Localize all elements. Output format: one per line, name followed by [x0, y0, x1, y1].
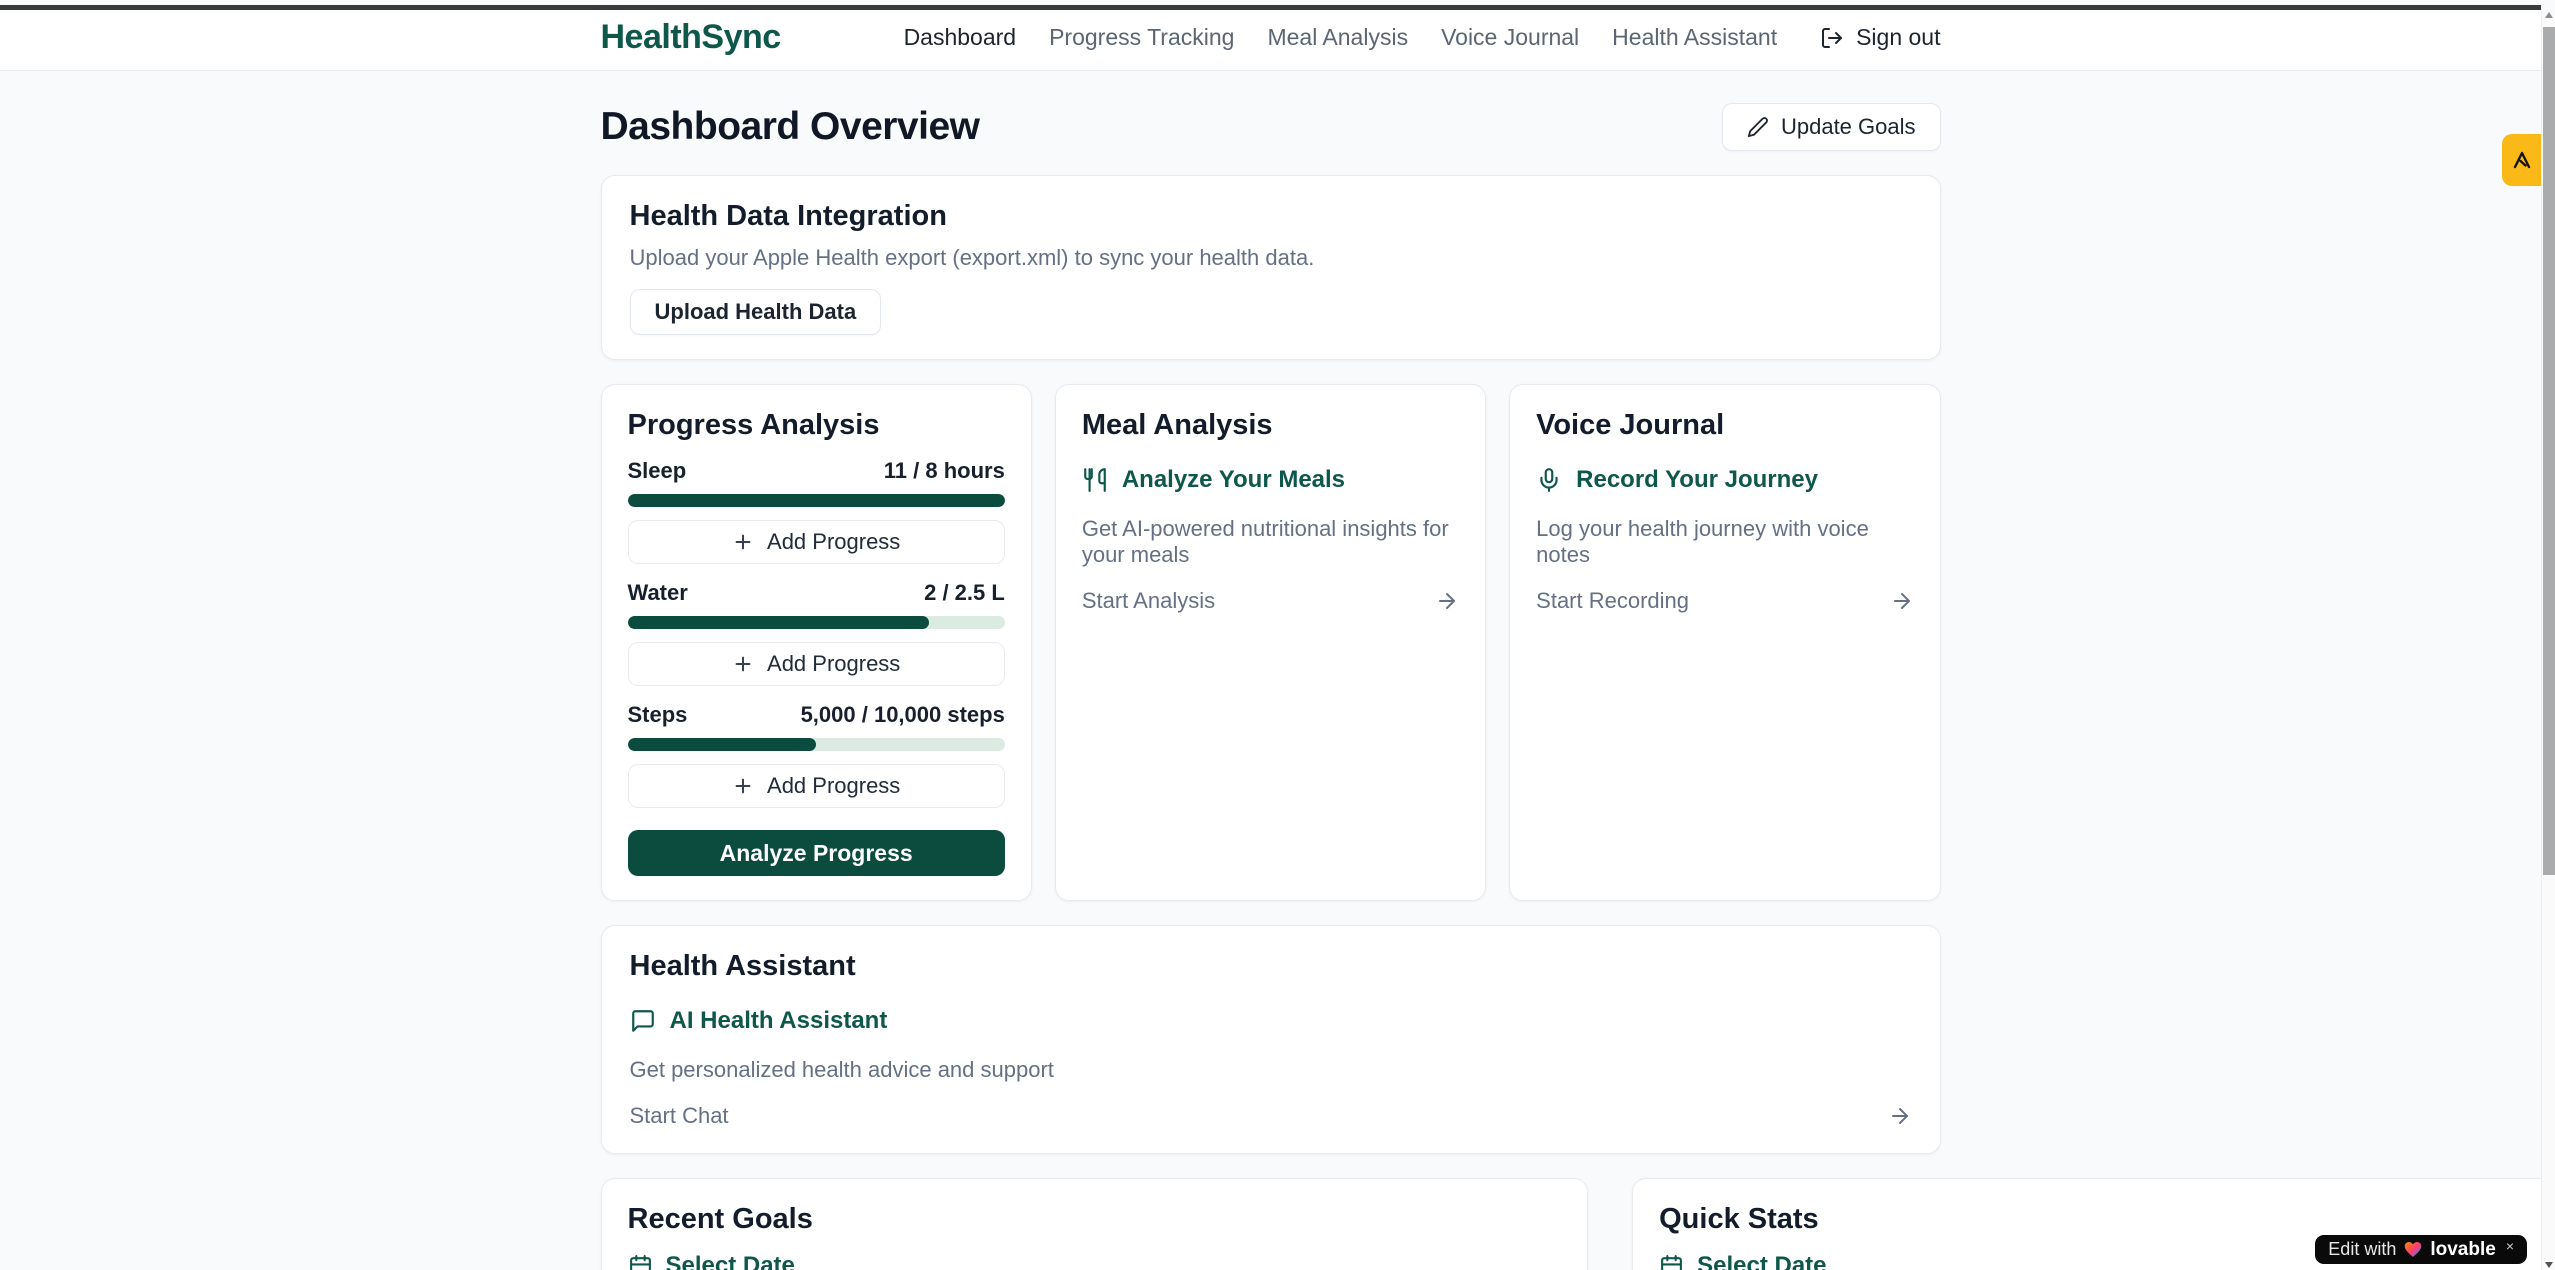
- chat-bubble-icon: [630, 1008, 656, 1034]
- health-data-description: Upload your Apple Health export (export.…: [630, 245, 1912, 271]
- nav-item-progress-tracking[interactable]: Progress Tracking: [1049, 24, 1234, 51]
- scroll-down-arrow[interactable]: [2545, 1262, 2553, 1268]
- voice-journal-description: Log your health journey with voice notes: [1536, 516, 1913, 568]
- meal-analysis-title: Meal Analysis: [1082, 409, 1459, 442]
- sign-out-button[interactable]: Sign out: [1820, 24, 1940, 51]
- voice-journal-title: Voice Journal: [1536, 409, 1913, 442]
- steps-metric: Steps 5,000 / 10,000 steps Add Progress: [628, 702, 1005, 808]
- start-chat-action[interactable]: Start Chat: [630, 1103, 1912, 1129]
- analyze-progress-button[interactable]: Analyze Progress: [628, 830, 1005, 876]
- page-title: Dashboard Overview: [601, 105, 980, 149]
- utensils-icon: [1082, 467, 1108, 493]
- calendar-icon: [1659, 1254, 1684, 1270]
- nav-item-meal-analysis[interactable]: Meal Analysis: [1267, 24, 1408, 51]
- sleep-add-progress-button[interactable]: Add Progress: [628, 520, 1005, 564]
- progress-analysis-title: Progress Analysis: [628, 409, 1005, 442]
- health-assistant-card: Health Assistant AI Health Assistant Get…: [601, 925, 1941, 1154]
- nav-item-dashboard[interactable]: Dashboard: [904, 24, 1017, 51]
- upload-health-data-button[interactable]: Upload Health Data: [630, 289, 882, 335]
- main-content: Dashboard Overview Update Goals Health D…: [601, 71, 1941, 1270]
- edit-with-label: Edit with: [2328, 1239, 2396, 1260]
- lovable-heart-icon: [2404, 1241, 2422, 1258]
- health-data-title: Health Data Integration: [630, 200, 1912, 233]
- log-out-icon: [1820, 26, 1844, 50]
- arrow-right-icon: [1435, 589, 1459, 613]
- start-recording-action[interactable]: Start Recording: [1536, 588, 1913, 614]
- recent-goals-card: Recent Goals Select Date Today Yesterday…: [601, 1178, 1589, 1270]
- progress-analysis-card: Progress Analysis Sleep 11 / 8 hours Add…: [601, 384, 1032, 901]
- sleep-metric: Sleep 11 / 8 hours Add Progress: [628, 458, 1005, 564]
- scrollbar-thumb[interactable]: [2543, 27, 2555, 875]
- arrow-right-icon: [1890, 589, 1914, 613]
- steps-progress-bar: [628, 738, 1005, 751]
- meal-analysis-card: Meal Analysis Analyze Your Meals Get AI-…: [1055, 384, 1486, 901]
- plus-icon: [732, 653, 754, 675]
- start-analysis-action[interactable]: Start Analysis: [1082, 588, 1459, 614]
- top-navbar: HealthSync Dashboard Progress Tracking M…: [0, 5, 2541, 71]
- app-logo[interactable]: HealthSync: [601, 18, 781, 57]
- voice-journal-card: Voice Journal Record Your Journey Log yo…: [1509, 384, 1940, 901]
- health-assistant-description: Get personalized health advice and suppo…: [630, 1057, 1912, 1083]
- window-top-strip: [0, 5, 2541, 10]
- recent-goals-select-date[interactable]: Select Date: [628, 1252, 1562, 1270]
- sleep-progress-bar: [628, 494, 1005, 507]
- update-goals-label: Update Goals: [1781, 114, 1916, 140]
- water-metric: Water 2 / 2.5 L Add Progress: [628, 580, 1005, 686]
- water-progress-bar: [628, 616, 1005, 629]
- recent-goals-title: Recent Goals: [628, 1203, 1562, 1236]
- health-assistant-title: Health Assistant: [630, 950, 1912, 983]
- sign-out-label: Sign out: [1856, 24, 1940, 51]
- meal-analysis-description: Get AI-powered nutritional insights for …: [1082, 516, 1459, 568]
- main-nav: Dashboard Progress Tracking Meal Analysi…: [904, 24, 1941, 51]
- lovable-side-badge[interactable]: [2502, 134, 2541, 186]
- water-add-progress-button[interactable]: Add Progress: [628, 642, 1005, 686]
- calendar-icon: [628, 1254, 653, 1270]
- scroll-up-arrow[interactable]: [2545, 12, 2553, 18]
- update-goals-button[interactable]: Update Goals: [1722, 103, 1941, 151]
- lovable-brand-label: lovable: [2430, 1239, 2495, 1261]
- record-your-journey-link[interactable]: Record Your Journey: [1536, 466, 1913, 494]
- lovable-badge-icon: [2510, 148, 2534, 172]
- steps-add-progress-button[interactable]: Add Progress: [628, 764, 1005, 808]
- nav-item-health-assistant[interactable]: Health Assistant: [1612, 24, 1777, 51]
- edit-with-lovable-badge[interactable]: Edit with lovable ×: [2315, 1235, 2527, 1264]
- quick-stats-title: Quick Stats: [1659, 1203, 2555, 1236]
- plus-icon: [732, 531, 754, 553]
- ai-health-assistant-link[interactable]: AI Health Assistant: [630, 1007, 1912, 1035]
- close-icon[interactable]: ×: [2506, 1238, 2514, 1254]
- water-value: 2 / 2.5 L: [924, 580, 1005, 606]
- water-label: Water: [628, 580, 688, 606]
- nav-item-voice-journal[interactable]: Voice Journal: [1441, 24, 1579, 51]
- sleep-label: Sleep: [628, 458, 687, 484]
- sleep-value: 11 / 8 hours: [884, 458, 1005, 484]
- health-data-integration-card: Health Data Integration Upload your Appl…: [601, 175, 1941, 360]
- vertical-scrollbar[interactable]: [2541, 5, 2555, 1270]
- steps-label: Steps: [628, 702, 688, 728]
- microphone-icon: [1536, 467, 1562, 493]
- app-root: HealthSync Dashboard Progress Tracking M…: [0, 5, 2541, 1270]
- arrow-right-icon: [1888, 1104, 1912, 1128]
- pencil-icon: [1747, 116, 1769, 138]
- plus-icon: [732, 775, 754, 797]
- analyze-your-meals-link[interactable]: Analyze Your Meals: [1082, 466, 1459, 494]
- steps-value: 5,000 / 10,000 steps: [801, 702, 1005, 728]
